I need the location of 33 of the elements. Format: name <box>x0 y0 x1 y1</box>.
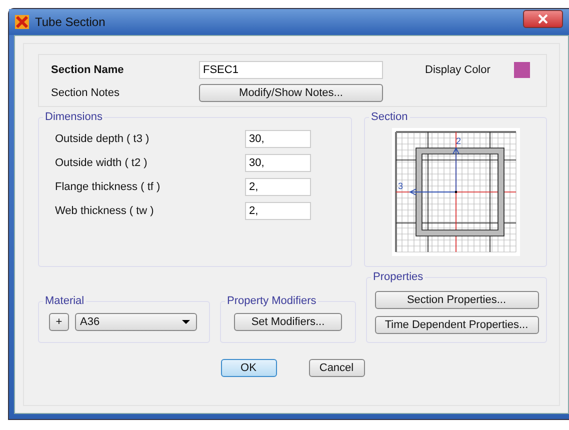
field-label: Web thickness ( tw ) <box>55 205 155 217</box>
close-icon <box>538 14 548 24</box>
color-swatch[interactable] <box>514 62 530 78</box>
group-title: Dimensions <box>43 111 104 123</box>
cancel-button[interactable]: Cancel <box>308 359 364 377</box>
group-title: Section <box>369 111 410 123</box>
field-label: Flange thickness ( tf ) <box>55 181 162 193</box>
input-field[interactable]: 2, <box>245 178 311 196</box>
ok-button[interactable]: OK <box>220 359 276 377</box>
field-label: Outside width ( t2 ) <box>55 157 148 169</box>
group-title: Material <box>43 295 86 307</box>
window-title: Tube Section <box>35 15 106 29</box>
modifiers-button[interactable]: Set Modifiers... <box>234 313 342 331</box>
axis-label: 2 <box>456 136 461 146</box>
notes-button[interactable]: Modify/Show Notes... <box>199 84 383 102</box>
input-field[interactable]: 30, <box>245 130 311 148</box>
add-button[interactable]: + <box>49 313 69 331</box>
material-dropdown[interactable]: A36 <box>75 313 197 331</box>
field-label: Section Name <box>51 64 125 76</box>
close-button[interactable] <box>523 10 563 28</box>
input-field[interactable]: 30, <box>245 154 311 172</box>
group-title: Property Modifiers <box>225 295 318 307</box>
properties-button[interactable]: Time Dependent Properties... <box>374 316 538 334</box>
field-label: Section Notes <box>51 87 120 99</box>
input-field[interactable]: 2, <box>245 202 311 220</box>
axis-label: 3 <box>398 181 403 191</box>
field-label: Outside depth ( t3 ) <box>55 133 150 145</box>
app-icon <box>15 15 29 29</box>
group-title: Properties <box>371 271 426 283</box>
caret-icon <box>182 320 190 324</box>
input-field[interactable]: FSEC1 <box>199 61 383 79</box>
field-label: Display Color <box>425 64 490 76</box>
properties-button[interactable]: Section Properties... <box>374 290 538 308</box>
